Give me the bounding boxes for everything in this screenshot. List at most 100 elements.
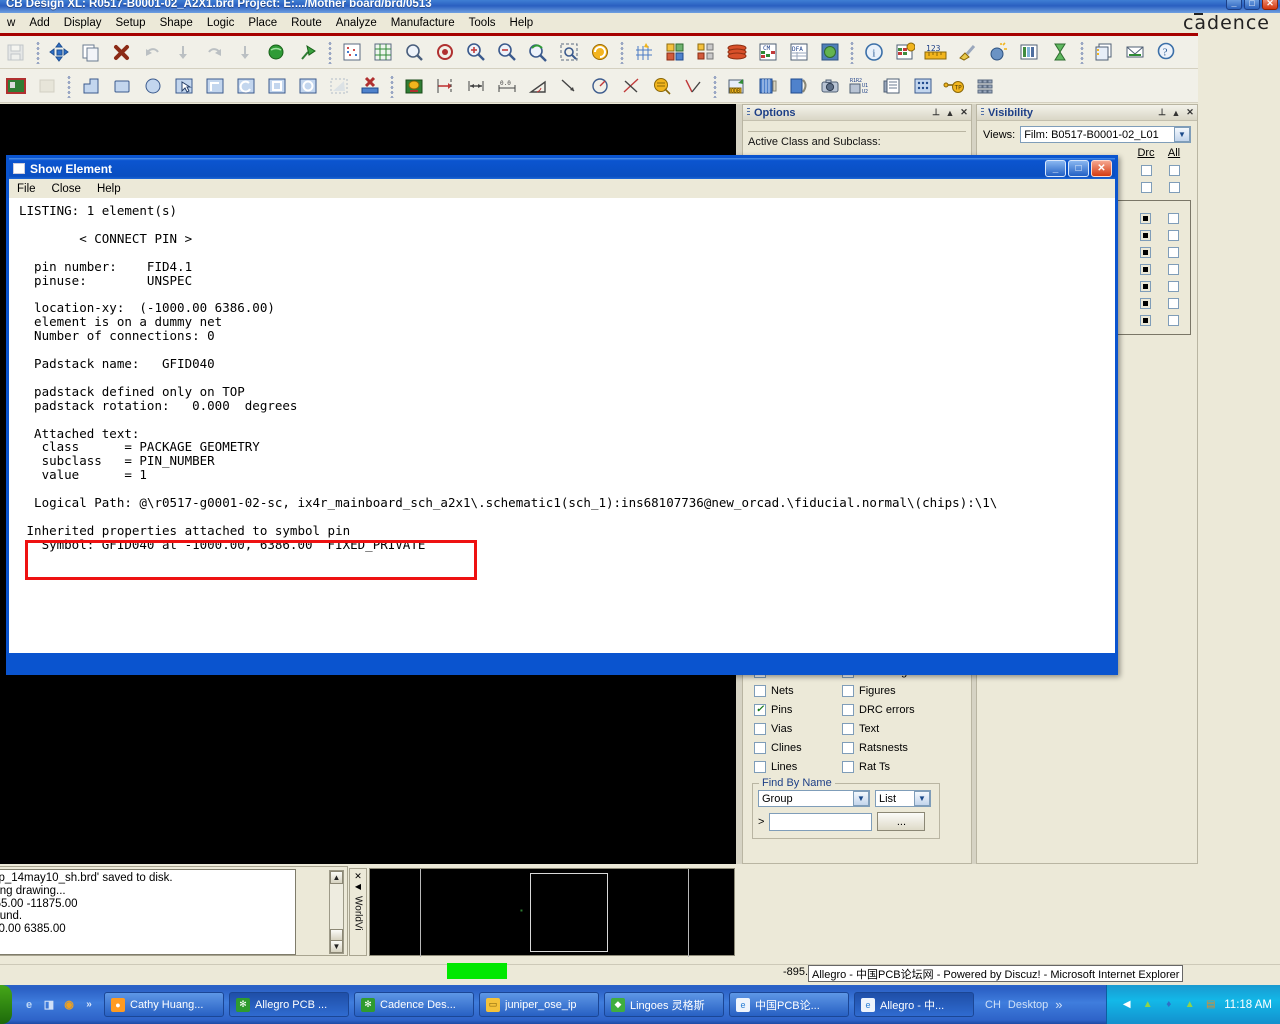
tray-security-icon[interactable]: ▲ xyxy=(1182,997,1197,1012)
menu-item-logic[interactable]: Logic xyxy=(200,15,242,31)
visibility-checkbox-drc[interactable] xyxy=(1139,264,1151,275)
shape-select-icon[interactable] xyxy=(169,72,198,99)
placement-edit-icon[interactable] xyxy=(660,39,689,66)
quicklaunch-overflow-icon[interactable]: » xyxy=(81,997,97,1013)
worldview-viewport-rect[interactable] xyxy=(530,873,608,952)
screenshot-camera-icon[interactable] xyxy=(815,72,844,99)
find-checkbox-drc-errors[interactable]: DRC errors xyxy=(842,704,932,716)
find-more-button[interactable]: ... xyxy=(877,812,926,831)
timing-hourglass-icon[interactable] xyxy=(1045,39,1074,66)
zoom-by-points-icon[interactable] xyxy=(399,39,428,66)
toolbar-secondary[interactable]: 0.0 ODB R1R2 U1 U2 TP xyxy=(0,69,1198,103)
system-tray[interactable]: ◀ ▲ ♦ ▲ ▤ 11:18 AM xyxy=(1106,985,1280,1024)
dimming-icon[interactable] xyxy=(983,39,1012,66)
pin-icon[interactable]: ⊥ xyxy=(1155,106,1169,119)
find-checkbox-pins[interactable]: ✓ Pins xyxy=(754,704,842,716)
dimension-radius-icon[interactable] xyxy=(585,72,614,99)
dimension-angle-line-icon[interactable] xyxy=(678,72,707,99)
menu-item-place[interactable]: Place xyxy=(241,15,284,31)
checkbox-box[interactable] xyxy=(754,685,766,697)
dialog-close-button[interactable]: ✕ xyxy=(1091,160,1112,177)
shape-polygon-icon[interactable] xyxy=(76,72,105,99)
media-player-icon[interactable]: ◉ xyxy=(61,997,77,1013)
menu-item-add[interactable]: Add xyxy=(22,15,56,31)
checkbox-box[interactable] xyxy=(842,704,854,716)
tray-sound-icon[interactable]: ▤ xyxy=(1203,997,1218,1012)
dimension-angular-icon[interactable] xyxy=(523,72,552,99)
colorbar-icon[interactable] xyxy=(1014,39,1043,66)
dfa-icon[interactable]: DFA xyxy=(784,39,813,66)
close-icon[interactable]: ✕ xyxy=(1183,106,1197,119)
shape-edit-boundary-icon[interactable] xyxy=(231,72,260,99)
visibility-checkbox-drc[interactable] xyxy=(1139,281,1151,292)
quickplace-icon[interactable] xyxy=(691,39,720,66)
show-element-dialog[interactable]: Show Element _ □ ✕ File Close Help LISTI… xyxy=(6,155,1118,675)
chevron-down-icon[interactable]: ▼ xyxy=(853,791,869,806)
testprep-grid-icon[interactable] xyxy=(908,72,937,99)
dimension-linear-icon[interactable] xyxy=(461,72,490,99)
find-type-select[interactable]: Group ▼ xyxy=(758,790,870,807)
visibility-checkbox-all[interactable] xyxy=(1167,247,1179,258)
windows-taskbar[interactable]: e ◨ ◉ » ● Cathy Huang... ✻ Allegro PCB .… xyxy=(0,985,1280,1024)
checkbox-box-checked[interactable]: ✓ xyxy=(754,704,766,716)
mail-icon[interactable] xyxy=(1120,39,1149,66)
menu-item-tools[interactable]: Tools xyxy=(462,15,503,31)
dialog-menu-file[interactable]: File xyxy=(9,182,44,196)
checkbox-box[interactable] xyxy=(842,685,854,697)
grid-toggle-icon[interactable] xyxy=(368,39,397,66)
taskbar-item-juniper-ose-ip[interactable]: ▭ juniper_ose_ip xyxy=(479,992,599,1017)
redo-icon[interactable] xyxy=(200,39,229,66)
board-geometry-icon[interactable] xyxy=(1,72,30,99)
shape-circle-icon[interactable] xyxy=(138,72,167,99)
main-menu-bar[interactable]: w Add Display Setup Shape Logic Place Ro… xyxy=(0,13,1280,33)
shape-compose-icon[interactable] xyxy=(324,72,353,99)
collapse-icon[interactable]: ▲ xyxy=(943,106,957,119)
menu-item-manufacture[interactable]: Manufacture xyxy=(384,15,462,31)
copy-icon[interactable] xyxy=(76,39,105,66)
console-output[interactable]: er_osc_ip_14may10_sh.brd' saved to disk.… xyxy=(0,869,296,955)
close-icon[interactable]: ✕ xyxy=(957,106,971,119)
delete-icon[interactable] xyxy=(107,39,136,66)
app-close-button[interactable]: ✕ xyxy=(1262,0,1278,10)
taskbar-item-allegro-pcb[interactable]: ✻ Allegro PCB ... xyxy=(229,992,349,1017)
checkbox-box[interactable] xyxy=(842,742,854,754)
help-question-icon[interactable]: ? xyxy=(1151,39,1180,66)
dimension-edge-icon[interactable] xyxy=(430,72,459,99)
dialog-menu-close[interactable]: Close xyxy=(44,182,89,196)
taskbar-item-allegro-forum[interactable]: e Allegro - 中... xyxy=(854,992,974,1017)
menu-item-view[interactable]: w xyxy=(0,15,22,31)
menu-item-display[interactable]: Display xyxy=(57,15,109,31)
find-checkbox-text[interactable]: Text xyxy=(842,723,932,735)
show-element-menu-bar[interactable]: File Close Help xyxy=(9,179,1115,198)
tray-update-icon[interactable]: ▲ xyxy=(1140,997,1155,1012)
desktop-toolbar-label[interactable]: Desktop xyxy=(1008,999,1048,1011)
tray-network-icon[interactable]: ♦ xyxy=(1161,997,1176,1012)
layers-stack-icon[interactable] xyxy=(722,39,751,66)
dialog-maximize-button[interactable]: □ xyxy=(1068,160,1089,177)
taskbar-item-lingoes[interactable]: ◆ Lingoes 灵格斯 xyxy=(604,992,724,1017)
drc-check-icon[interactable] xyxy=(399,72,428,99)
dimension-leader-icon[interactable] xyxy=(554,72,583,99)
find-checkbox-vias[interactable]: Vias xyxy=(754,723,842,735)
move-icon[interactable] xyxy=(45,39,74,66)
tray-expand-icon[interactable]: ◀ xyxy=(1119,997,1134,1012)
shape-void-icon[interactable] xyxy=(200,72,229,99)
find-checkbox-clines[interactable]: Clines xyxy=(754,742,842,754)
bom-list-icon[interactable] xyxy=(877,72,906,99)
language-indicator[interactable]: CH xyxy=(985,999,1001,1011)
zoom-world-icon[interactable] xyxy=(554,39,583,66)
visibility-checkbox-all[interactable] xyxy=(1167,230,1179,241)
taskbar-item-cadence-design[interactable]: ✻ Cadence Des... xyxy=(354,992,474,1017)
array-pattern-icon[interactable] xyxy=(970,72,999,99)
checkbox-box[interactable] xyxy=(842,723,854,735)
testpoint-icon[interactable]: TP xyxy=(939,72,968,99)
collapse-icon[interactable]: ▲ xyxy=(1169,106,1183,119)
dimension-datum-icon[interactable]: 0.0 xyxy=(492,72,521,99)
dialog-menu-help[interactable]: Help xyxy=(89,182,129,196)
checkbox-box[interactable] xyxy=(754,742,766,754)
show-desktop-icon[interactable]: ◨ xyxy=(41,997,57,1013)
shape-delete-icon[interactable] xyxy=(355,72,384,99)
language-bar-overflow-icon[interactable]: » xyxy=(1055,997,1062,1012)
menu-item-route[interactable]: Route xyxy=(284,15,329,31)
find-checkbox-ratsnests[interactable]: Ratsnests xyxy=(842,742,932,754)
